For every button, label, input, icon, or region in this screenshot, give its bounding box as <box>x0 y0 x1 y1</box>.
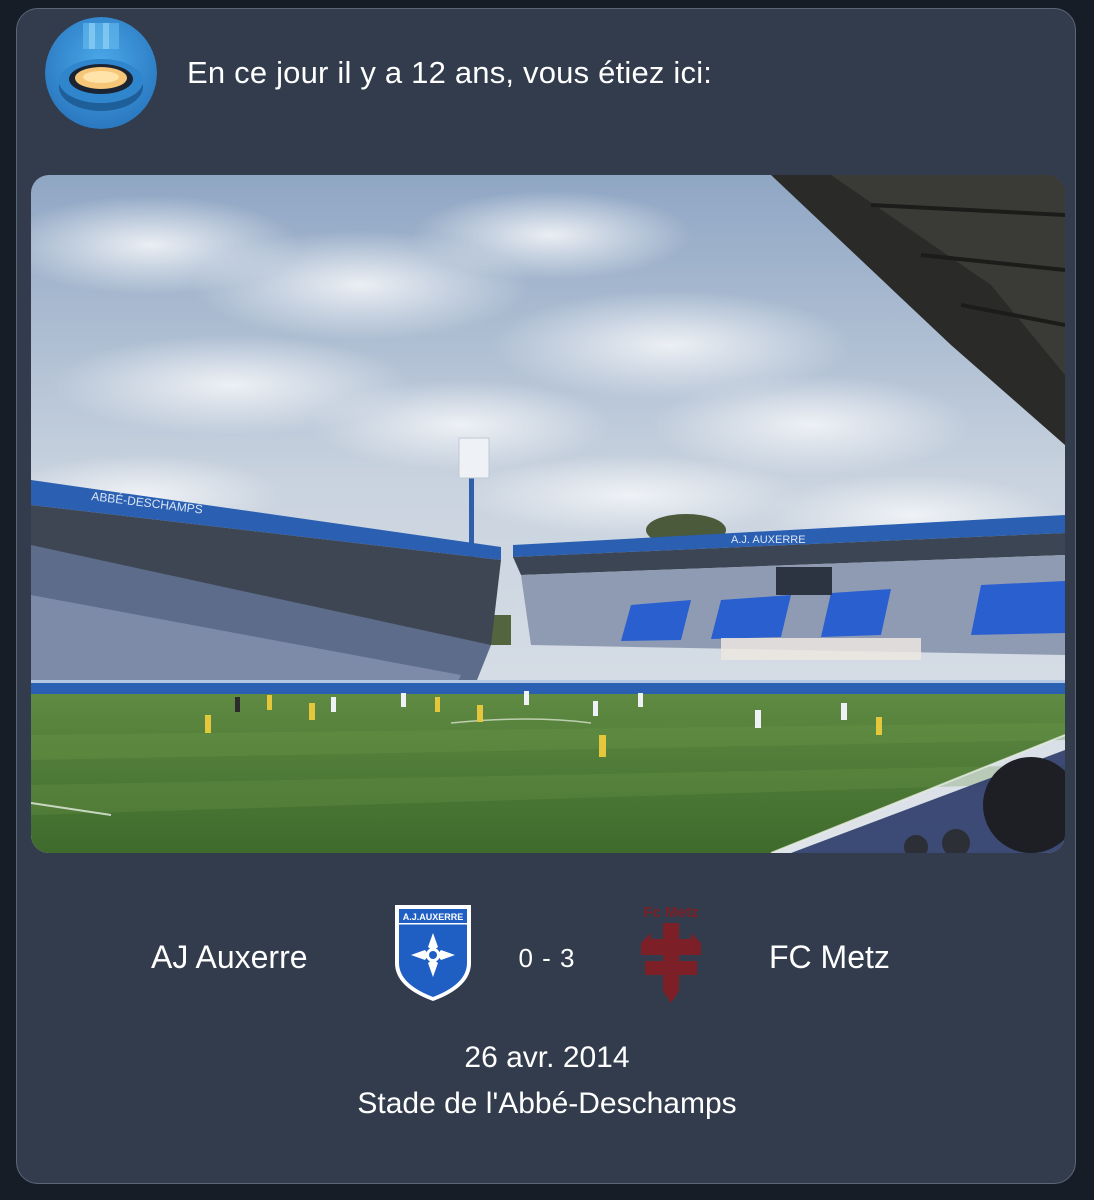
home-team-name: AJ Auxerre <box>151 939 308 975</box>
stand-banner-right: A.J. AUXERRE <box>731 534 806 546</box>
card-header: En ce jour il y a 12 ans, vous étiez ici… <box>45 15 712 131</box>
auxerre-crest-icon: A.J.AUXERRE <box>395 905 471 1001</box>
metz-crest-text: Fc Metz <box>643 904 698 921</box>
away-team-name: FC Metz <box>769 939 890 975</box>
match-date: 26 avr. 2014 <box>464 1041 630 1074</box>
memory-headline: En ce jour il y a 12 ans, vous étiez ici… <box>187 55 713 90</box>
stadium-photo-illustration: ABBÉ-DESCHAMPS A.J. AUXERRE <box>31 175 1065 853</box>
memory-card[interactable]: En ce jour il y a 12 ans, vous étiez ici… <box>16 8 1076 1184</box>
match-score: 0 - 3 <box>518 943 576 973</box>
stadium-photo[interactable]: ABBÉ-DESCHAMPS A.J. AUXERRE <box>31 175 1065 853</box>
match-venue: Stade de l'Abbé-Deschamps <box>357 1087 737 1120</box>
match-result: AJ Auxerre A.J.AUXERRE 0 - 3 Fc Metz FC … <box>17 899 1077 1019</box>
stadium-icon <box>45 17 157 129</box>
auxerre-crest-text: A.J.AUXERRE <box>403 912 464 922</box>
metz-crest-icon: Fc Metz <box>641 904 701 1003</box>
